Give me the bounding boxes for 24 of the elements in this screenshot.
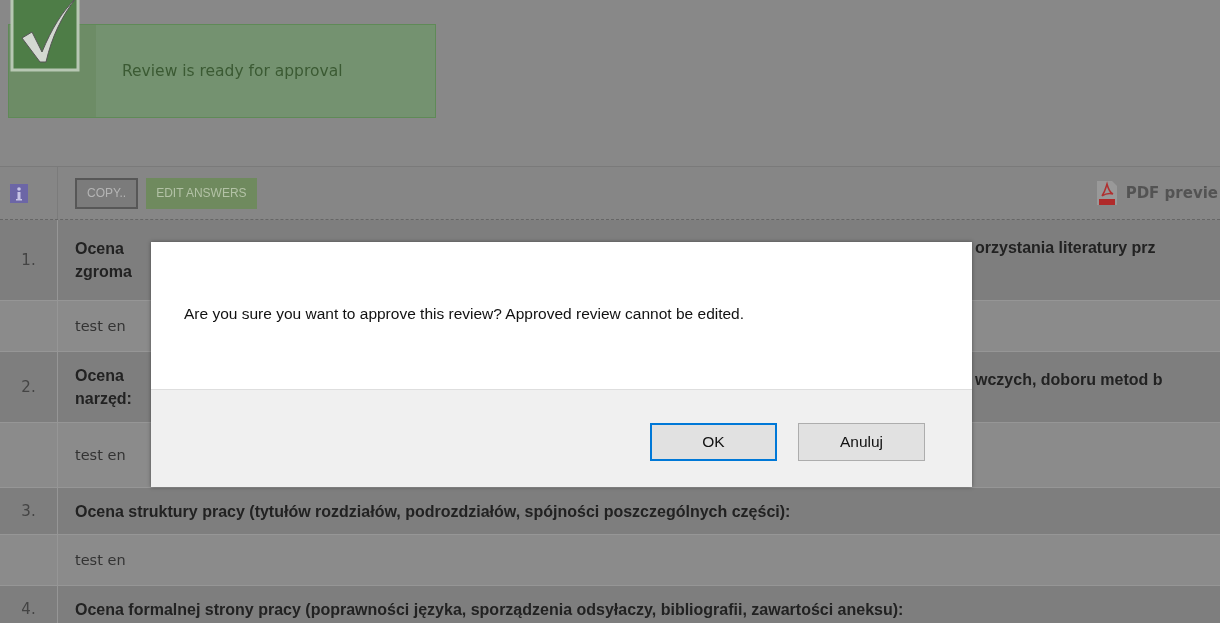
ok-button[interactable]: OK — [650, 423, 777, 461]
question-text: narzęd: — [75, 389, 133, 409]
answer-text: test en — [75, 447, 126, 463]
checkmark-icon — [10, 0, 80, 72]
dialog-message: Are you sure you want to approve this review? Approved review cannot be edited. — [184, 304, 745, 323]
question-number: 3. — [0, 488, 58, 534]
question-number: 2. — [0, 352, 58, 422]
copy-button[interactable]: COPY.. — [75, 177, 139, 209]
cancel-button[interactable]: Anuluj — [798, 423, 925, 461]
question-text: zgroma — [75, 262, 133, 282]
question-text: wczych, doboru metod b — [974, 370, 1164, 390]
pdf-icon — [1095, 180, 1118, 206]
info-icon[interactable] — [10, 183, 28, 203]
answer-text: test en — [75, 318, 126, 334]
question-number: 4. — [0, 586, 58, 623]
question-text: Ocena — [75, 366, 125, 386]
question-text: Ocena formalnej strony pracy (poprawności języka, sporządzenia odsyłaczy, bibliografii, zawartości aneksu): — [75, 599, 904, 620]
edit-answers-button[interactable]: EDIT ANSWERS — [146, 177, 257, 209]
question-number: 1. — [0, 220, 58, 300]
answer-text: test en — [75, 552, 126, 568]
question-text: Ocena — [75, 239, 125, 259]
banner-message: Review is ready for approval — [122, 62, 343, 80]
question-text: orzystania literatury prz — [974, 238, 1157, 258]
question-text: Ocena struktury pracy (tytułów rozdziałów, podrozdziałów, spójności poszczególnych części): — [75, 501, 791, 522]
